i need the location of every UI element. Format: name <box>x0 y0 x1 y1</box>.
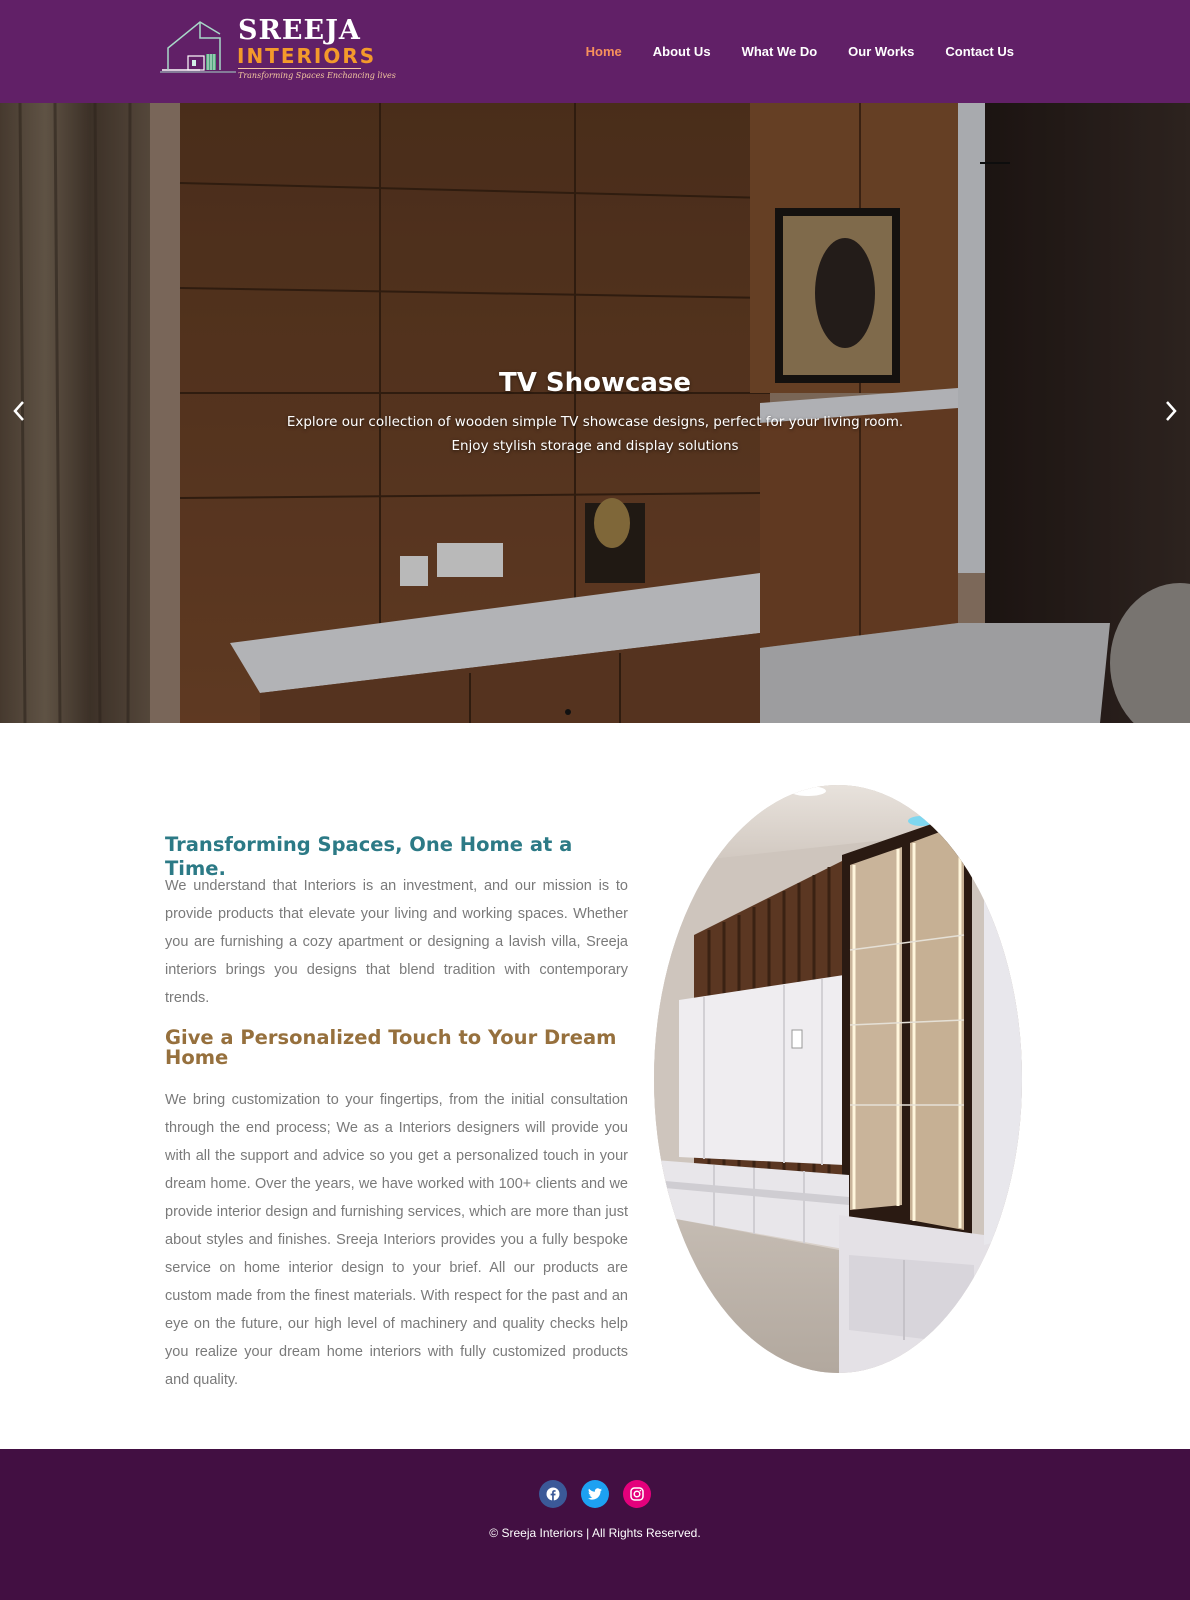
nav-about-us[interactable]: About Us <box>653 44 711 60</box>
about-paragraph-2: We bring customization to your fingertip… <box>165 1092 628 1388</box>
hero-slider: TV Showcase Explore our collection of wo… <box>0 103 1190 723</box>
logo-name: SREEJA <box>238 15 361 46</box>
logo-tagline: Transforming Spaces Enchancing lives <box>238 71 396 80</box>
house-logo-icon <box>160 21 236 73</box>
about-heading-2: Give a Personalized Touch to Your Dream … <box>165 1026 617 1069</box>
hero-title: TV Showcase <box>498 368 692 398</box>
facebook-button[interactable] <box>539 1480 567 1508</box>
twitter-button[interactable] <box>581 1480 609 1508</box>
logo[interactable]: SREEJA INTERIORS Transforming Spaces Enc… <box>160 15 396 86</box>
nav-contact-us[interactable]: Contact Us <box>945 44 1014 60</box>
tv-unit-illustration <box>654 785 1022 1373</box>
nav-what-we-do[interactable]: What We Do <box>742 44 818 60</box>
copyright-text: © Sreeja Interiors | All Rights Reserved… <box>489 1526 701 1540</box>
hero-description-line2: Enjoy stylish storage and display soluti… <box>451 438 739 454</box>
nav-home[interactable]: Home <box>586 44 622 60</box>
chevron-right-icon <box>1166 401 1177 421</box>
chevron-left-icon <box>13 401 24 421</box>
logo-subtitle: INTERIORS <box>237 44 377 68</box>
hero-description: Explore our collection of wooden simple … <box>270 410 920 458</box>
instagram-button[interactable] <box>623 1480 651 1508</box>
slider-dot[interactable] <box>565 709 571 715</box>
tv-unit-image <box>654 785 1022 1373</box>
facebook-icon <box>546 1487 560 1501</box>
hero-description-line1: Explore our collection of wooden simple … <box>286 414 904 430</box>
nav-our-works[interactable]: Our Works <box>848 44 914 60</box>
site-header: SREEJA INTERIORS Transforming Spaces Enc… <box>0 0 1190 103</box>
about-section: Transforming Spaces, One Home at a Time.… <box>0 723 1190 1449</box>
logo-divider <box>238 68 361 69</box>
site-footer: © Sreeja Interiors | All Rights Reserved… <box>0 1449 1190 1600</box>
about-paragraph-1: We understand that Interiors is an inves… <box>165 878 628 1006</box>
slider-dots <box>565 709 571 715</box>
main-nav: Home About Us What We Do Our Works Conta… <box>555 44 1014 60</box>
social-links <box>0 1480 1190 1508</box>
slider-prev-button[interactable] <box>7 398 31 428</box>
slider-next-button[interactable] <box>1159 398 1183 428</box>
instagram-icon <box>630 1487 644 1501</box>
twitter-icon <box>588 1488 602 1500</box>
